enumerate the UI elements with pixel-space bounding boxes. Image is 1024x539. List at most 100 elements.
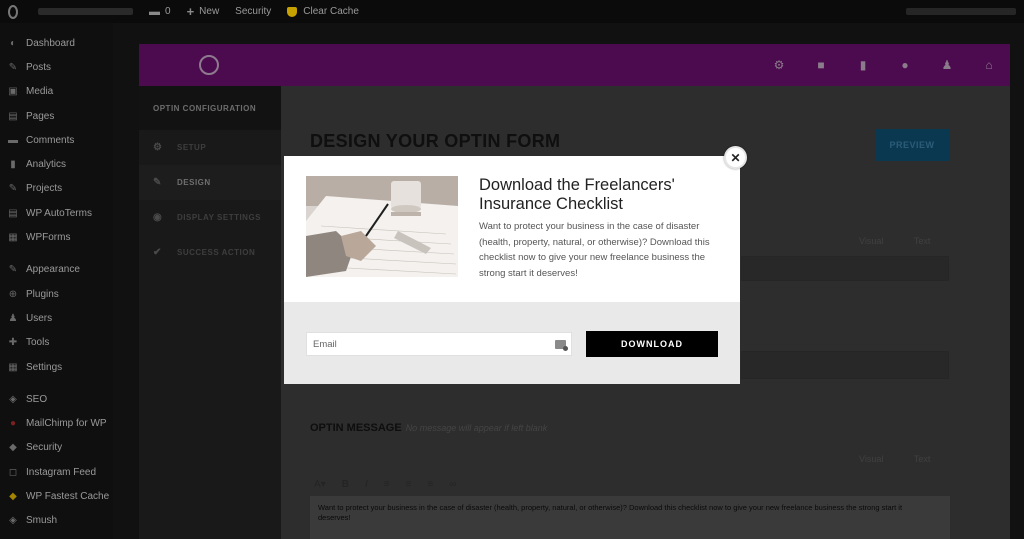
sidebar-item-projects[interactable]: ✎ Projects [0,177,113,201]
sidebar-item-appearance[interactable]: ✎ Appearance [0,258,113,282]
config-item-label: SETUP [177,143,207,152]
message-editor-tabs: Visual Text [859,454,930,464]
editor-tabs: Visual Text [859,236,930,246]
brush-icon: ✎ [8,264,18,276]
sidebar-item-wp-fastest-cache[interactable]: ◆ WP Fastest Cache [0,484,113,508]
plugin-logo-icon [199,55,219,75]
sidebar-item-label: Dashboard [26,37,75,49]
gear-icon: ⚙ [153,142,163,153]
align-left-icon[interactable]: ≡ [384,479,390,490]
email-field[interactable] [307,333,571,355]
sidebar-item-dashboard[interactable]: ◐ Dashboard [0,31,113,55]
config-item-display-settings[interactable]: ◉ DISPLAY SETTINGS [139,200,281,235]
config-item-label: SUCCESS ACTION [177,248,256,257]
link-icon[interactable]: ∞ [449,479,456,490]
optin-message-editor[interactable]: Want to protect your business in the cas… [310,496,950,539]
clear-cache-link[interactable]: Clear Cache [279,0,367,23]
sidebar-item-label: MailChimp for WP [26,418,107,430]
eye-icon: ◉ [153,212,163,223]
site-name-link[interactable] [26,0,141,23]
comment-icon: ▬ [149,5,160,18]
shield-icon: ◆ [9,442,17,454]
sidebar-item-smush[interactable]: ◈ Smush [0,509,113,533]
brush-icon: ✎ [153,177,162,188]
text-color-icon[interactable]: A▾ [314,479,326,490]
home-icon[interactable]: ⌂ [968,44,1010,86]
sidebar-item-wp-autoterms[interactable]: ▤ WP AutoTerms [0,201,113,225]
new-content-link[interactable]: + New [179,0,228,23]
sidebar-item-tools[interactable]: ✚ Tools [0,331,113,355]
sidebar-item-label: WP Fastest Cache [26,490,110,502]
comments-count: 0 [165,6,171,17]
heading-field[interactable] [741,256,949,281]
config-item-setup[interactable]: ⚙ SETUP [139,130,281,165]
clear-cache-label: Clear Cache [303,6,359,17]
sidebar-item-posts[interactable]: ✎ Posts [0,55,113,79]
contact-card-icon [555,340,568,351]
settings-icon: ▦ [8,361,18,373]
tab-visual[interactable]: Visual [859,236,883,246]
sidebar-item-wpforms[interactable]: ▦ WPForms [0,225,113,249]
sidebar-item-analytics[interactable]: ▮ Analytics [0,152,113,176]
sidebar-item-label: Tools [26,337,50,349]
align-center-icon[interactable]: ≡ [406,479,412,490]
bold-icon[interactable]: B [342,479,349,490]
admin-sidebar: ◐ Dashboard ✎ Posts ▣ Media ▤ Pages ▬ Comments ▮ An… [0,23,113,539]
config-item-success-action[interactable]: ✔ SUCCESS ACTION [139,235,281,270]
comments-link[interactable]: ▬ 0 [141,0,179,23]
config-title: OPTIN CONFIGURATION [139,86,281,130]
smush-icon: ◈ [9,515,17,527]
optin-message-hint: No message will appear if left blank [405,423,548,433]
media-icon: ▣ [8,86,18,98]
mailchimp-icon: ● [9,418,17,430]
sidebar-item-plugins[interactable]: ⊕ Plugins [0,282,113,306]
user-account-link[interactable] [906,8,1016,15]
wrench-icon: ✚ [8,337,18,349]
align-right-icon[interactable]: ≡ [427,479,433,490]
tab-visual[interactable]: Visual [859,454,883,464]
sidebar-item-mailchimp-for-wp[interactable]: ● MailChimp for WP [0,411,113,435]
optin-message-title: OPTIN MESSAGE No message will appear if l… [310,422,547,434]
dashboard-icon: ◐ [9,37,17,49]
sidebar-item-security[interactable]: ◆ Security [0,436,113,460]
shield-icon [287,6,298,17]
italic-icon[interactable]: I [365,479,368,490]
sidebar-item-label: WP AutoTerms [26,207,92,219]
menu-separator [0,379,113,387]
sidebar-item-label: Settings [26,361,63,373]
lock-icon[interactable]: ■ [800,44,842,86]
security-link[interactable]: Security [227,0,279,23]
sidebar-item-label: Users [26,312,53,324]
sidebar-item-label: Plugins [26,288,59,300]
sidebar-item-instagram-feed[interactable]: ◻ Instagram Feed [0,460,113,484]
close-icon[interactable]: ✕ [724,146,747,169]
optin-message-label: OPTIN MESSAGE [310,422,402,434]
sidebar-item-seo[interactable]: ◈ SEO [0,387,113,411]
analytics-icon: ▮ [10,159,16,171]
tab-text[interactable]: Text [914,236,931,246]
sidebar-item-settings[interactable]: ▦ Settings [0,355,113,379]
config-item-label: DESIGN [177,178,211,187]
globe-icon[interactable]: ● [884,44,926,86]
email-field-wrapper [306,332,572,356]
sidebar-item-users[interactable]: ♟ Users [0,306,113,330]
check-icon: ✔ [153,247,162,258]
config-item-design[interactable]: ✎ DESIGN [139,165,281,200]
plugin-icon: ⊕ [8,288,18,300]
sidebar-item-comments[interactable]: ▬ Comments [0,128,113,152]
download-button[interactable]: DOWNLOAD [586,331,718,357]
wordpress-logo-icon[interactable] [0,0,26,23]
sidebar-item-media[interactable]: ▣ Media [0,80,113,104]
tab-text[interactable]: Text [914,454,931,464]
editor-toolbar: A▾ B I ≡ ≡ ≡ ∞ [314,479,456,490]
gear-icon[interactable]: ⚙ [758,44,800,86]
modal-form-section: DOWNLOAD [284,302,740,384]
users-icon[interactable]: ♟ [926,44,968,86]
modal-top-section: Download the Freelancers' Insurance Chec… [284,156,740,302]
preview-button[interactable]: PREVIEW [875,129,949,161]
sidebar-item-label: Media [26,86,54,98]
sidebar-item-label: Smush [26,515,58,527]
body-field[interactable] [741,351,949,379]
bar-chart-icon[interactable]: ▮ [842,44,884,86]
sidebar-item-pages[interactable]: ▤ Pages [0,104,113,128]
